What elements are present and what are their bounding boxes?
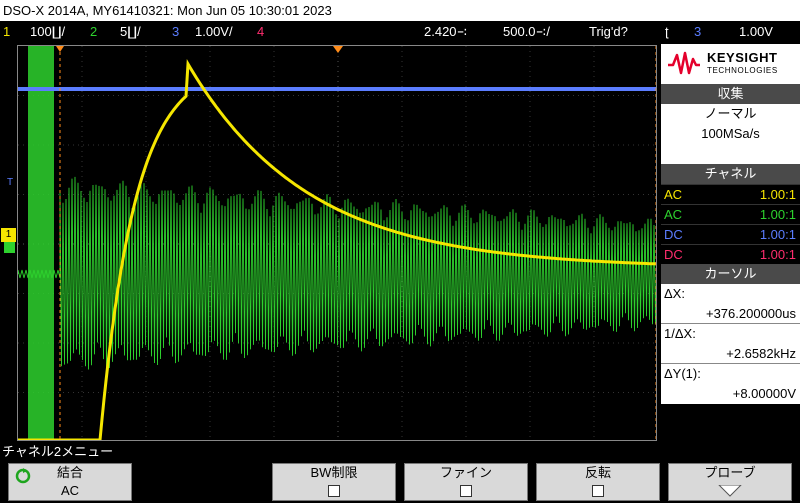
menu-title: チャネル2メニュー	[2, 444, 114, 459]
submenu-arrow-icon	[718, 485, 742, 497]
invert-checkbox[interactable]	[592, 485, 604, 497]
trigger-level-marker[interactable]: T	[7, 177, 13, 188]
channel-coupling: AC	[664, 187, 683, 202]
ch4-number[interactable]: 4	[257, 21, 264, 42]
probe-ratio: 1.00:1	[759, 247, 796, 262]
brand-name: KEYSIGHT	[707, 50, 778, 65]
waveform-svg	[18, 46, 656, 440]
horizontal-delay[interactable]: 2.420∹	[424, 21, 467, 42]
ch3-number[interactable]: 3	[172, 21, 179, 42]
softkey-bw-limit[interactable]: BW制限	[272, 463, 396, 501]
channel-coupling: AC	[664, 207, 683, 222]
rotate-knob-icon	[15, 468, 31, 484]
ch1-ground-marker[interactable]: 1	[1, 228, 16, 242]
acquisition-box[interactable]: ノーマル 100MSa/s	[661, 104, 800, 164]
softkey-invert[interactable]: 反転	[536, 463, 660, 501]
delta-y-label: ΔY(1):	[664, 366, 701, 381]
probe-ratio: 1.00:1	[759, 207, 796, 222]
softkey-fine[interactable]: ファイン	[404, 463, 528, 501]
delta-x-label: ΔX:	[664, 286, 685, 301]
keysight-logo: KEYSIGHT TECHNOLOGIES	[661, 44, 800, 84]
softkey-coupling[interactable]: 結合 AC	[8, 463, 132, 501]
delta-y-value: +8.00000V	[732, 386, 796, 401]
cursor-marker-left	[56, 46, 64, 52]
trigger-level[interactable]: 1.00V	[739, 21, 773, 42]
waveform-display[interactable]	[17, 45, 657, 441]
inverse-delta-x-value: +2.6582kHz	[661, 344, 800, 364]
channel-list[interactable]: AC 1.00:1 AC 1.00:1 DC 1.00:1 DC 1.00:1	[661, 184, 800, 264]
ch1-scale[interactable]: 100∐/	[30, 21, 65, 42]
inverse-delta-x-label: 1/ΔX:	[664, 326, 696, 341]
acquisition-header: 収集	[661, 84, 800, 104]
ch1-number[interactable]: 1	[3, 21, 10, 42]
channel-4-row[interactable]: DC 1.00:1	[661, 244, 800, 264]
trigger-position-marker	[333, 46, 343, 53]
brand-subtitle: TECHNOLOGIES	[707, 66, 778, 75]
title-bar: DSO-X 2014A, MY61410321: Mon Jun 05 10:3…	[0, 0, 800, 21]
softkey-label: プローブ	[704, 465, 756, 480]
timebase-scale[interactable]: 500.0∹/	[503, 21, 550, 42]
probe-ratio: 1.00:1	[759, 187, 796, 202]
ch2-pretrigger-burst	[28, 46, 54, 440]
ch2-number[interactable]: 2	[90, 21, 97, 42]
softkey-value: AC	[60, 483, 80, 498]
bw-limit-checkbox[interactable]	[328, 485, 340, 497]
fine-checkbox[interactable]	[460, 485, 472, 497]
acquisition-mode: ノーマル	[704, 106, 757, 121]
keysight-wave-icon	[668, 51, 700, 75]
probe-ratio: 1.00:1	[759, 227, 796, 242]
ch2-ground-marker[interactable]	[4, 242, 15, 253]
channel-2-row[interactable]: AC 1.00:1	[661, 204, 800, 224]
cursor-readout[interactable]: ΔX: +376.200000us 1/ΔX: +2.6582kHz ΔY(1)…	[661, 284, 800, 404]
trigger-edge-icon: ʈ	[665, 24, 669, 39]
softkey-label: BW制限	[310, 465, 358, 480]
trigger-status: Trig'd?	[589, 24, 628, 39]
ch3-scale[interactable]: 1.00V/	[195, 21, 233, 42]
channel-coupling: DC	[664, 227, 683, 242]
softkey-probe[interactable]: プローブ	[668, 463, 792, 501]
delta-x-value: +376.200000us	[661, 304, 800, 324]
trigger-source[interactable]: 3	[694, 21, 701, 42]
cursor-header: カーソル	[661, 264, 800, 284]
ch2-waveform	[18, 176, 656, 370]
channel-coupling: DC	[664, 247, 683, 262]
channel-1-row[interactable]: AC 1.00:1	[661, 184, 800, 204]
softkey-label: 反転	[584, 465, 611, 480]
channel-3-row[interactable]: DC 1.00:1	[661, 224, 800, 244]
softkey-label: ファイン	[439, 465, 492, 480]
status-bar: 1 100∐/ 2 5∐/ 3 1.00V/ 4 2.420∹ 500.0∹/ …	[0, 21, 800, 42]
sample-rate: 100MSa/s	[701, 126, 760, 141]
ch2-scale[interactable]: 5∐/	[120, 21, 141, 42]
channel-header: チャネル	[661, 164, 800, 184]
right-info-panel: KEYSIGHT TECHNOLOGIES 収集 ノーマル 100MSa/s チ…	[661, 44, 800, 444]
